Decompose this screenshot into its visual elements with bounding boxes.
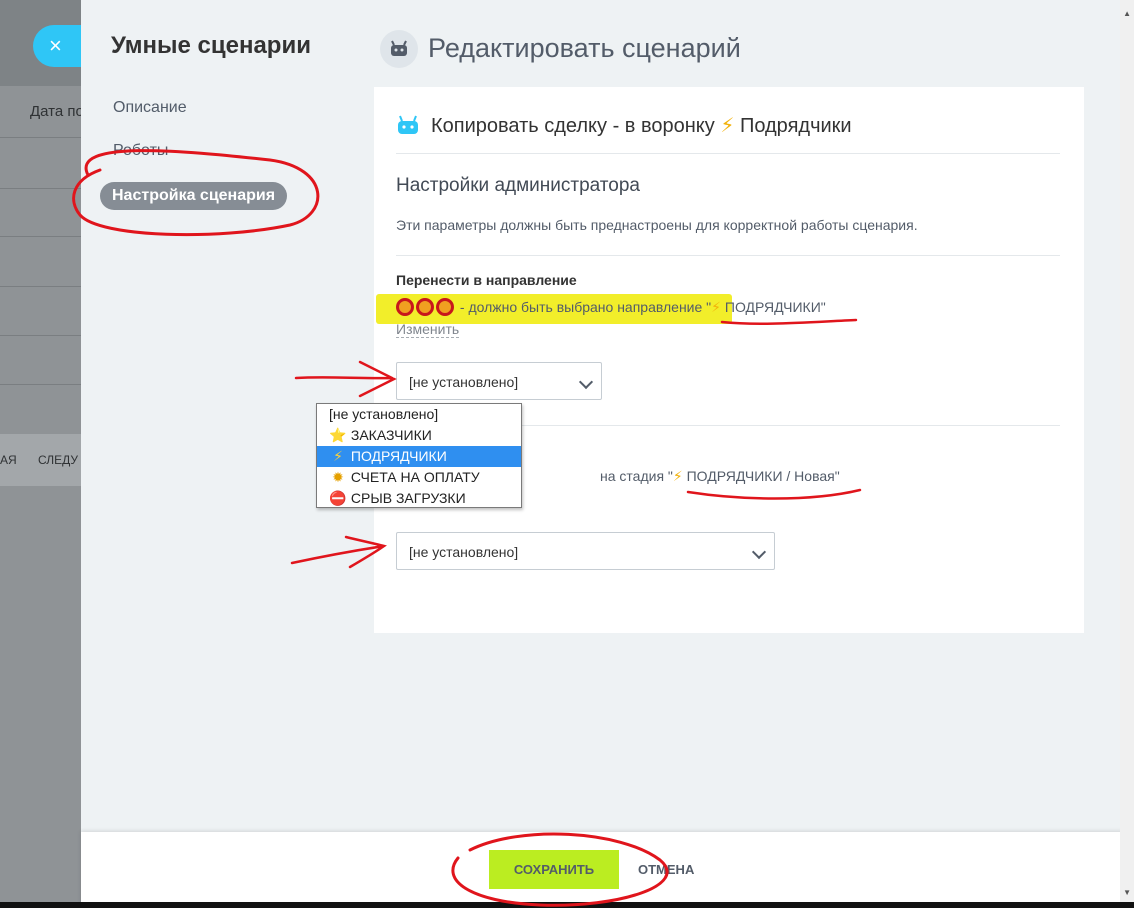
lightning-icon: ⚡ (333, 448, 343, 464)
circle-icon (416, 298, 434, 316)
field-direction-note: - должно быть выбрано направление "⚡ ПОД… (396, 298, 826, 316)
card-title-funnel: Подрядчики (739, 115, 852, 137)
robot-icon (396, 115, 420, 140)
sun-icon: ✹ (332, 469, 344, 485)
nav-item-scenario-settings[interactable]: Настройка сценария (100, 182, 288, 210)
cancel-button[interactable]: ОТМЕНА (638, 850, 694, 889)
dropdown-option[interactable]: ✹ СЧЕТА НА ОПЛАТУ (317, 467, 521, 488)
no-entry-icon: ⛔ (329, 490, 347, 506)
chevron-down-icon (578, 374, 594, 390)
bottom-edge (0, 902, 1134, 908)
note-value: ПОДРЯДЧИКИ (721, 299, 821, 315)
star-icon: ⭐ (329, 427, 347, 443)
background-row-divider (0, 236, 82, 237)
dropdown-option-selected[interactable]: ⚡ ПОДРЯДЧИКИ (317, 446, 521, 467)
nav-item-description[interactable]: Описание (113, 99, 187, 117)
background-page: Дата по АЯ СЛЕДУ (0, 0, 84, 908)
background-next-label: СЛЕДУ (38, 453, 79, 467)
save-button[interactable]: СОХРАНИТЬ (489, 850, 619, 889)
card-header: Копировать сделку - в воронку ⚡ Подрядчи… (396, 109, 1060, 154)
lightning-icon: ⚡ (711, 299, 721, 315)
divider (396, 255, 1060, 256)
direction-select-value: [не установлено] (409, 374, 519, 390)
section-title: Настройки администратора (396, 175, 640, 196)
circle-icon (396, 298, 414, 316)
footer-bar: СОХРАНИТЬ ОТМЕНА (81, 832, 1134, 908)
section-hint: Эти параметры должны быть преднастроены … (396, 217, 918, 233)
robot-icon (380, 30, 418, 68)
chevron-down-icon (751, 544, 767, 560)
background-row-divider (0, 188, 82, 189)
direction-select[interactable]: [не установлено] (396, 362, 602, 400)
lightning-icon: ⚡ (672, 468, 683, 484)
lightning-icon: ⚡ (720, 115, 735, 137)
option-label: СРЫВ ЗАГРУЗКИ (350, 490, 466, 506)
scrollbar[interactable]: ▲ ▼ (1120, 0, 1134, 908)
dropdown-option[interactable]: [не установлено] (317, 404, 521, 425)
background-column-header: Дата по (30, 103, 84, 120)
settings-card: Копировать сделку - в воронку ⚡ Подрядчи… (374, 87, 1084, 633)
background-row-divider (0, 384, 82, 385)
stage-select-value: [не установлено] (409, 544, 519, 560)
option-label: СЧЕТА НА ОПЛАТУ (350, 469, 480, 485)
background-prev-label: АЯ (0, 453, 17, 467)
scroll-down-icon[interactable]: ▼ (1123, 888, 1131, 897)
dropdown-option[interactable]: ⭐ ЗАКАЗЧИКИ (317, 425, 521, 446)
page-title: Редактировать сценарий (428, 33, 741, 63)
stage-select[interactable]: [не установлено] (396, 532, 775, 570)
background-row-divider (0, 286, 82, 287)
note-value: ПОДРЯДЧИКИ / Новая (682, 468, 835, 484)
option-label: ПОДРЯДЧИКИ (350, 448, 447, 464)
scroll-up-icon[interactable]: ▲ (1123, 9, 1131, 18)
background-row-divider (0, 137, 82, 138)
note-quote: " (820, 299, 826, 315)
dropdown-option[interactable]: ⛔ СРЫВ ЗАГРУЗКИ (317, 488, 521, 509)
note-text: на стадия " (600, 468, 673, 484)
change-link[interactable]: Изменить (396, 321, 460, 338)
background-pagination: АЯ СЛЕДУ (0, 434, 82, 486)
card-title: Копировать сделку - в воронку ⚡ Подрядчи… (431, 113, 852, 138)
note-quote: " (834, 468, 840, 484)
option-label: ЗАКАЗЧИКИ (350, 427, 432, 443)
note-text: - должно быть выбрано направление " (456, 299, 712, 315)
nav-item-robots[interactable]: Роботы (113, 142, 168, 160)
field-stage-note: на стадия "⚡ ПОДРЯДЧИКИ / Новая" (600, 468, 840, 485)
nav-title: Умные сценарии (111, 32, 311, 59)
close-slider-button[interactable]: × (33, 25, 81, 67)
slider-panel: Умные сценарии Описание Роботы Настройка… (81, 0, 1134, 908)
option-label: [не установлено] (329, 406, 439, 422)
background-row-divider (0, 335, 82, 336)
circle-icon (436, 298, 454, 316)
card-title-text: Копировать сделку - в воронку (431, 115, 715, 137)
direction-dropdown-list[interactable]: [не установлено] ⭐ ЗАКАЗЧИКИ ⚡ ПОДРЯДЧИК… (316, 403, 522, 508)
close-icon: × (49, 33, 62, 58)
field-direction-label: Перенести в направление (396, 272, 577, 288)
